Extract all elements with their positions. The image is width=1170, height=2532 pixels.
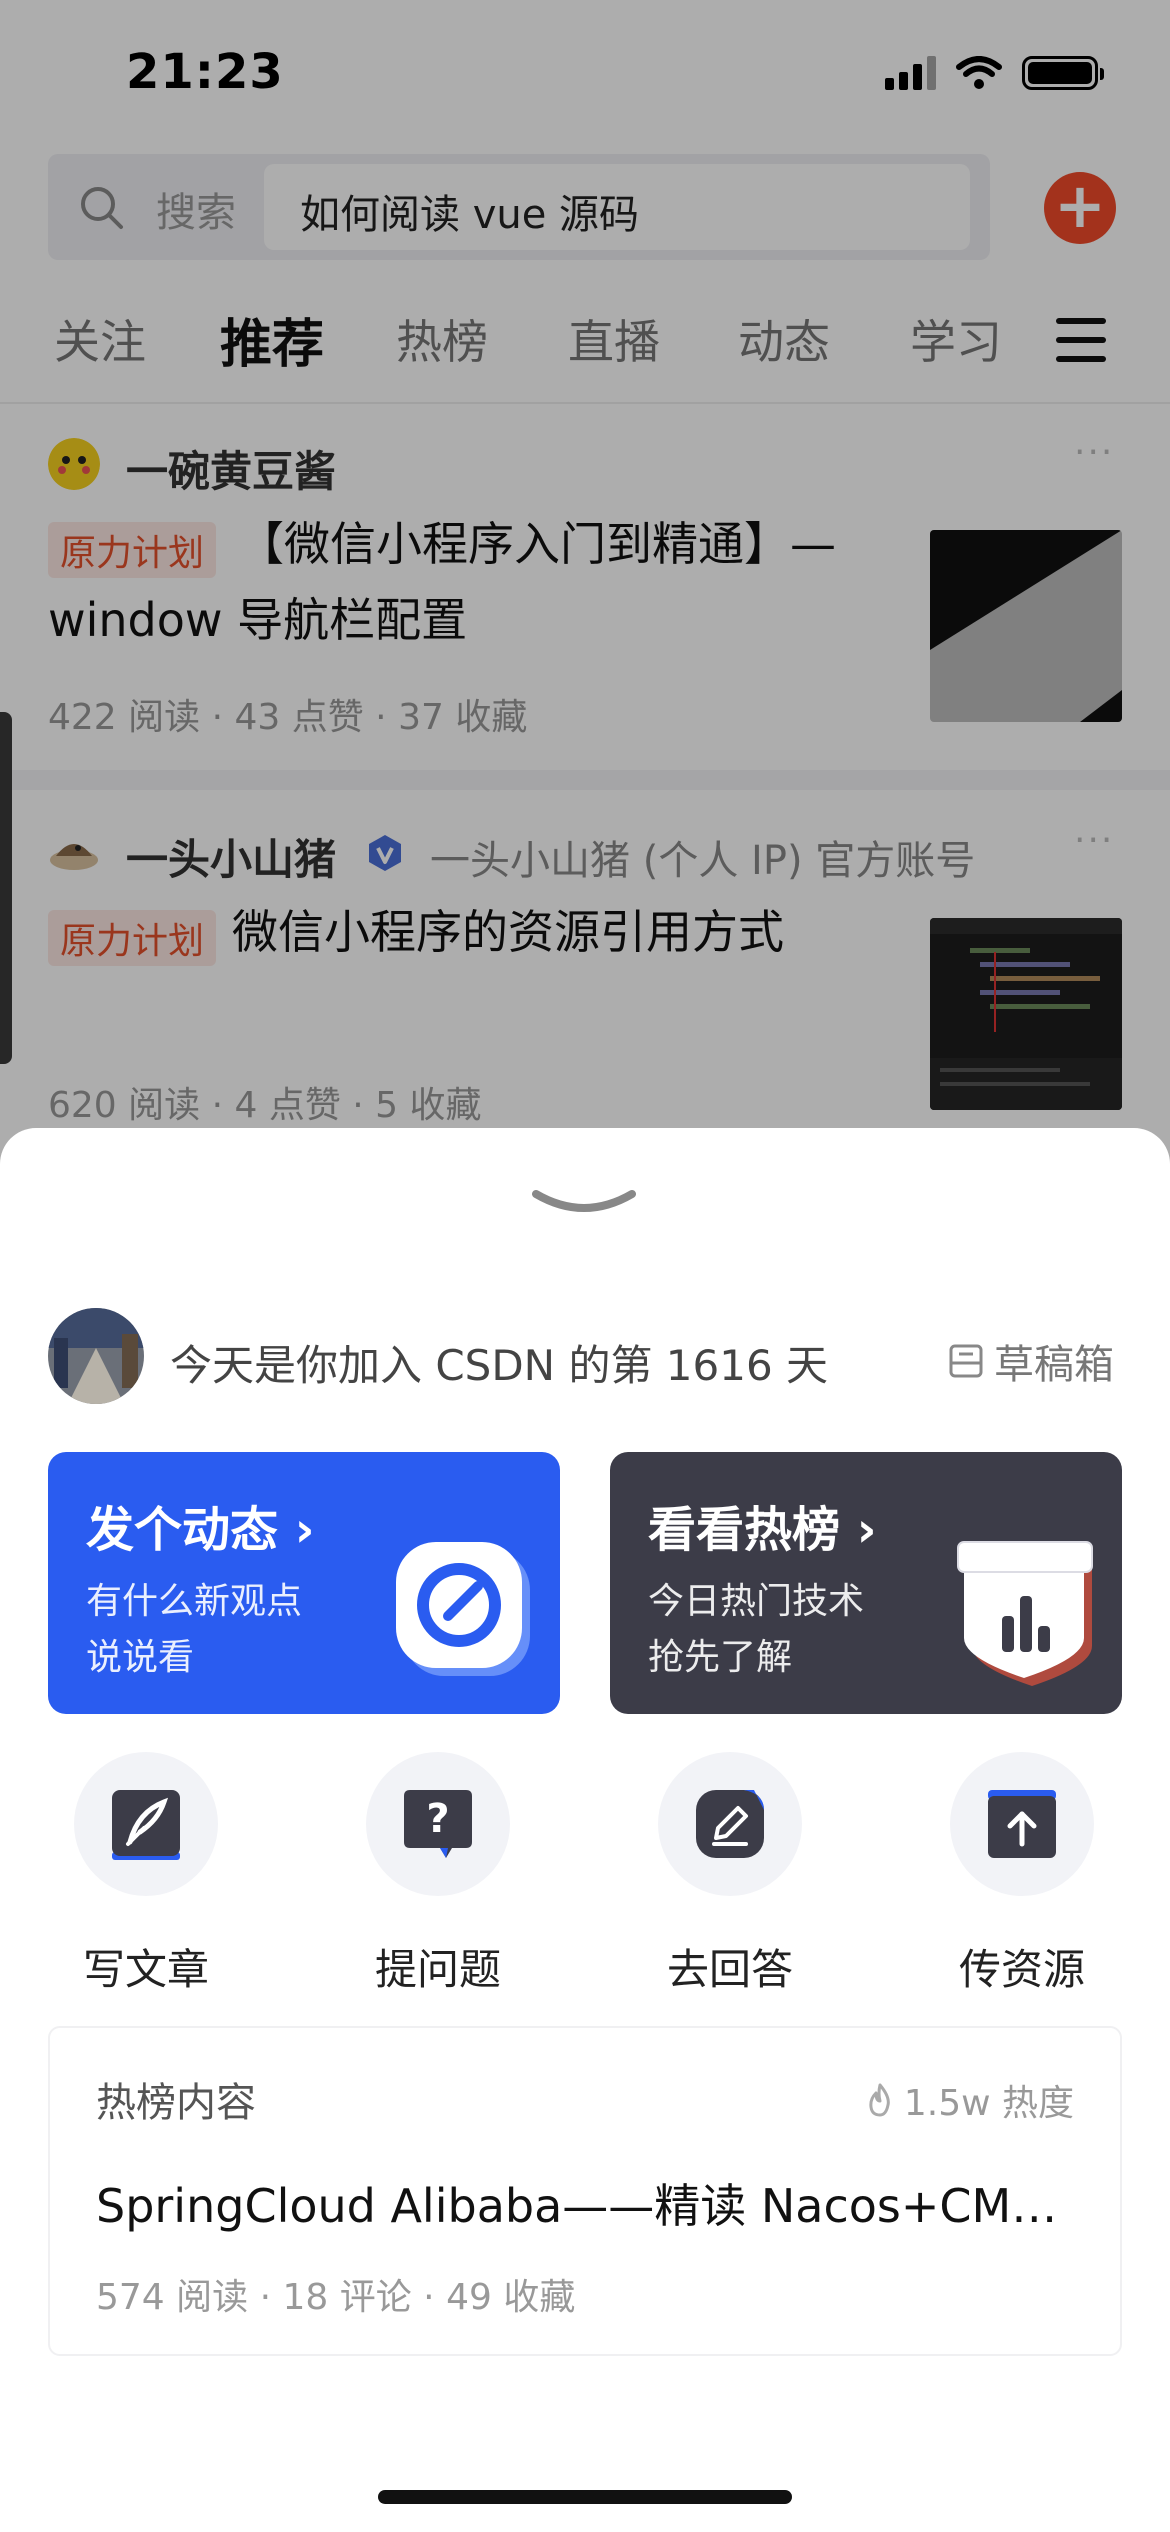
avatar[interactable] (48, 1308, 144, 1404)
upload-resource-label: 传资源 (958, 1945, 1085, 1994)
edit-icon (696, 1790, 764, 1858)
hot-list-card[interactable]: 看看热榜 › 今日热门技术 抢先了解 (610, 1452, 1122, 1714)
ask-question-button[interactable]: ? 提问题 (363, 1752, 513, 1997)
hot-content-card[interactable]: 热榜内容 1.5w 热度 SpringCloud Alibaba——精读 Nac… (48, 2026, 1122, 2356)
welcome-text: 今天是你加入 CSDN 的第 1616 天 (170, 1341, 829, 1390)
publish-sheet: 今天是你加入 CSDN 的第 1616 天 草稿箱 发个动态 › 有什么新观点 … (0, 1128, 1170, 2532)
compose-pen-icon (396, 1542, 530, 1676)
question-icon: ? (404, 1790, 472, 1858)
hot-content-header: 热榜内容 (96, 2080, 256, 2126)
hot-article-stats: 574 阅读 · 18 评论 · 49 收藏 (96, 2277, 576, 2318)
draft-box-button[interactable]: 草稿箱 (948, 1332, 1114, 1390)
flame-icon (869, 2083, 890, 2117)
ask-question-label: 提问题 (374, 1945, 501, 1994)
write-article-button[interactable]: 写文章 (71, 1752, 221, 1997)
write-article-label: 写文章 (82, 1945, 209, 1994)
home-indicator (378, 2490, 792, 2504)
post-moment-title: 发个动态 › (86, 1502, 315, 1558)
quill-icon (112, 1790, 180, 1860)
post-moment-line2: 说说看 (86, 1637, 195, 1678)
hot-list-line1: 今日热门技术 (648, 1581, 865, 1622)
chart-shield-icon (957, 1541, 1093, 1686)
post-moment-card[interactable]: 发个动态 › 有什么新观点 说说看 (48, 1452, 560, 1714)
hot-list-title: 看看热榜 › (648, 1502, 877, 1558)
svg-text:?: ? (426, 1796, 449, 1842)
hot-article-title[interactable]: SpringCloud Alibaba——精读 Nacos+CMDB+核心源码 (96, 2170, 1076, 2236)
post-moment-line1: 有什么新观点 (86, 1581, 303, 1622)
heat-value: 1.5w 热度 (903, 2083, 1074, 2124)
hot-list-line2: 抢先了解 (648, 1637, 793, 1678)
answer-label: 去回答 (666, 1945, 793, 1994)
collapse-chevron-icon[interactable] (528, 1184, 640, 1224)
draft-box-icon (949, 1344, 983, 1378)
upload-resource-button[interactable]: 传资源 (947, 1752, 1097, 1997)
heat-indicator: 1.5w 热度 (866, 2074, 1074, 2126)
draft-box-label: 草稿箱 (994, 1342, 1114, 1388)
answer-button[interactable]: 去回答 (655, 1752, 805, 1997)
upload-icon (988, 1790, 1056, 1858)
